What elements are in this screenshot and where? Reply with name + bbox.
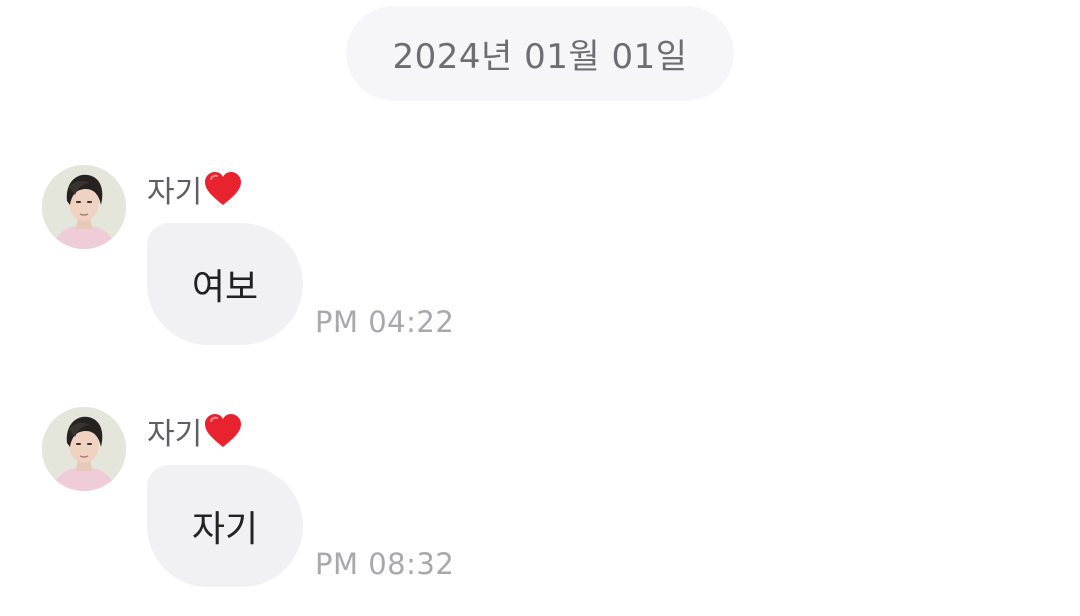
- chat-message: 자기 자기 PM 08:32: [0, 405, 1080, 595]
- red-heart-icon: [203, 413, 243, 449]
- date-separator: 2024년 01월 01일: [346, 6, 734, 101]
- red-heart-icon: [203, 171, 243, 207]
- avatar[interactable]: [42, 165, 126, 249]
- chat-message: 자기 여보 PM 04:22: [0, 163, 1080, 353]
- avatar[interactable]: [42, 407, 126, 491]
- sender-name: 자기: [147, 175, 203, 210]
- sender-name: 자기: [147, 417, 203, 452]
- message-timestamp: PM 08:32: [315, 547, 455, 581]
- message-bubble[interactable]: 자기: [147, 465, 303, 587]
- sender-name-row: 자기: [147, 410, 243, 452]
- message-bubble[interactable]: 여보: [147, 223, 303, 345]
- message-timestamp: PM 04:22: [315, 305, 455, 339]
- sender-name-row: 자기: [147, 168, 243, 210]
